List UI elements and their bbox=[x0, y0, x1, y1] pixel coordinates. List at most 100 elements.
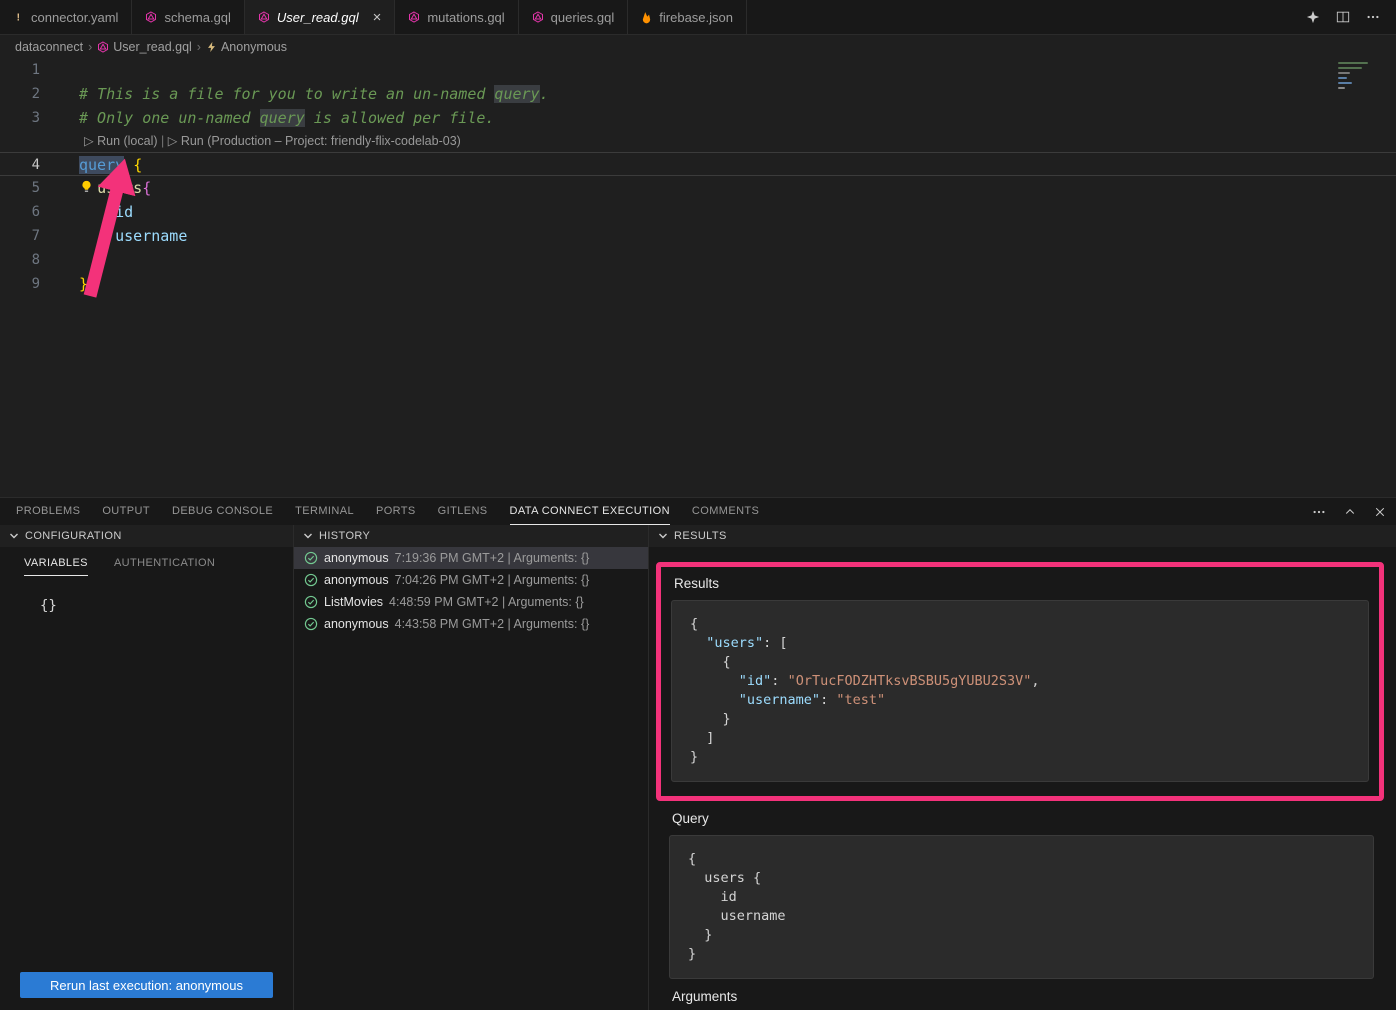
graphql-icon bbox=[408, 11, 420, 23]
breadcrumb-item-User_read-gql[interactable]: User_read.gql bbox=[97, 40, 192, 54]
code-text: username bbox=[62, 224, 187, 248]
history-item-detail: 4:43:58 PM GMT+2 | Arguments: {} bbox=[395, 617, 590, 631]
line-number: 9 bbox=[0, 272, 62, 296]
editor-tab-schema-gql[interactable]: schema.gql bbox=[132, 0, 244, 34]
more-icon[interactable] bbox=[1366, 10, 1380, 24]
tab-label: schema.gql bbox=[164, 10, 230, 25]
editor-tab-connector-yaml[interactable]: !connector.yaml bbox=[0, 0, 132, 34]
history-item-4[interactable]: anonymous 4:43:58 PM GMT+2 | Arguments: {… bbox=[294, 613, 648, 635]
breadcrumb-separator: › bbox=[88, 40, 92, 54]
results-json-box: { "users": [ { "id": "OrTucFODZHTksvBSBU… bbox=[671, 600, 1369, 782]
panel-tab-data-connect-execution[interactable]: DATA CONNECT EXECUTION bbox=[510, 498, 670, 525]
results-section: RESULTS Results { "users": [ { "id": "Or… bbox=[648, 525, 1396, 1010]
editor-tab-User_read-gql[interactable]: User_read.gql× bbox=[245, 0, 395, 34]
tab-bar-actions bbox=[1290, 0, 1396, 34]
panel-tab-bar: PROBLEMS OUTPUT DEBUG CONSOLE TERMINAL PORTS… bbox=[0, 498, 1396, 525]
query-code: { users { id username } } bbox=[688, 851, 786, 962]
editor-tab-queries-gql[interactable]: queries.gql bbox=[519, 0, 629, 34]
zap-icon bbox=[206, 41, 217, 53]
tab-bar-tabs: !connector.yaml schema.gql User_read.gql× m… bbox=[0, 0, 747, 34]
check-circle-icon bbox=[304, 573, 318, 587]
split-editor-icon[interactable] bbox=[1336, 10, 1350, 24]
editor-tab-mutations-gql[interactable]: mutations.gql bbox=[395, 0, 518, 34]
code-text: } bbox=[62, 272, 88, 296]
chevron-up-icon[interactable] bbox=[1344, 506, 1356, 518]
history-item-3[interactable]: ListMovies4:48:59 PM GMT+2 | Arguments: … bbox=[294, 591, 648, 613]
minimap-line bbox=[1338, 72, 1350, 74]
breadcrumb-item-dataconnect[interactable]: dataconnect bbox=[15, 40, 83, 54]
history-item-1[interactable]: anonymous7:19:36 PM GMT+2 | Arguments: {… bbox=[294, 547, 648, 569]
tab-label: mutations.gql bbox=[427, 10, 504, 25]
editor[interactable]: 12# This is a file for you to write an u… bbox=[0, 58, 1396, 497]
history-list: anonymous7:19:36 PM GMT+2 | Arguments: {… bbox=[294, 547, 648, 635]
configuration-header[interactable]: CONFIGURATION bbox=[0, 525, 293, 547]
close-icon[interactable] bbox=[1374, 506, 1386, 518]
configuration-section: CONFIGURATION VARIABLES AUTHENTICATION {… bbox=[0, 525, 293, 1010]
lightbulb-icon[interactable] bbox=[80, 180, 93, 193]
graphql-icon bbox=[532, 11, 544, 23]
tab-variables[interactable]: VARIABLES bbox=[24, 557, 88, 576]
minimap-line bbox=[1338, 77, 1347, 79]
tab-authentication[interactable]: AUTHENTICATION bbox=[114, 557, 215, 576]
line-number: 1 bbox=[0, 58, 62, 82]
codelens-run-local[interactable]: ▷ Run (local) bbox=[84, 134, 158, 148]
codelens-separator: | bbox=[158, 134, 168, 148]
code-line-7[interactable]: 7 username bbox=[0, 224, 1396, 248]
minimap-line bbox=[1338, 67, 1362, 69]
panel-tab-gitlens[interactable]: GITLENS bbox=[438, 498, 488, 525]
breadcrumb-item-Anonymous[interactable]: Anonymous bbox=[206, 40, 287, 54]
chevron-down-icon bbox=[303, 531, 313, 541]
history-item-name: anonymous bbox=[324, 617, 389, 631]
minimap-line bbox=[1338, 87, 1345, 89]
results-header[interactable]: RESULTS bbox=[649, 525, 1396, 547]
query-label: Query bbox=[672, 811, 1374, 826]
panel-tab-debug-console[interactable]: DEBUG CONSOLE bbox=[172, 498, 273, 525]
code-line-2[interactable]: 2# This is a file for you to write an un… bbox=[0, 82, 1396, 106]
code-line-6[interactable]: 6 id bbox=[0, 200, 1396, 224]
graphql-icon bbox=[258, 11, 270, 23]
svg-text:!: ! bbox=[17, 13, 20, 23]
breadcrumb-item-label: Anonymous bbox=[221, 40, 287, 54]
code-line-3[interactable]: 3# Only one un-named query is allowed pe… bbox=[0, 106, 1396, 130]
minimap[interactable] bbox=[1338, 62, 1382, 89]
code-line-8[interactable]: 8 } bbox=[0, 248, 1396, 272]
tab-close-icon[interactable]: × bbox=[373, 10, 382, 25]
chevron-down-icon bbox=[658, 531, 668, 541]
editor-tab-bar: !connector.yaml schema.gql User_read.gql× m… bbox=[0, 0, 1396, 35]
check-circle-icon bbox=[304, 595, 318, 609]
panel-tab-output[interactable]: OUTPUT bbox=[102, 498, 150, 525]
code-text: id bbox=[62, 200, 133, 224]
sparkle-icon[interactable] bbox=[1306, 10, 1320, 24]
history-item-2[interactable]: anonymous7:04:26 PM GMT+2 | Arguments: {… bbox=[294, 569, 648, 591]
bottom-panel: PROBLEMS OUTPUT DEBUG CONSOLE TERMINAL PORTS… bbox=[0, 497, 1396, 1010]
codelens-run-production[interactable]: ▷ Run (Production – Project: friendly-fl… bbox=[168, 134, 461, 148]
check-circle-icon bbox=[304, 617, 318, 631]
line-number: 8 bbox=[0, 248, 62, 272]
history-item-detail: 7:04:26 PM GMT+2 | Arguments: {} bbox=[395, 573, 590, 587]
minimap-line bbox=[1338, 82, 1352, 84]
code-text: query { bbox=[62, 153, 142, 175]
more-icon[interactable] bbox=[1312, 505, 1326, 519]
history-header[interactable]: HISTORY bbox=[294, 525, 648, 547]
results-label: Results bbox=[674, 576, 1369, 591]
panel-tab-comments[interactable]: COMMENTS bbox=[692, 498, 759, 525]
code-line-9[interactable]: 9} bbox=[0, 272, 1396, 296]
configuration-header-label: CONFIGURATION bbox=[25, 530, 122, 542]
flame-icon bbox=[641, 11, 652, 24]
panel-tab-problems[interactable]: PROBLEMS bbox=[16, 498, 80, 525]
panel-tab-ports[interactable]: PORTS bbox=[376, 498, 416, 525]
code-text bbox=[62, 58, 79, 82]
editor-tab-firebase-json[interactable]: firebase.json bbox=[628, 0, 747, 34]
code-line-4[interactable]: 4query { bbox=[0, 152, 1396, 176]
panel-tab-terminal[interactable]: TERMINAL bbox=[295, 498, 354, 525]
graphql-icon bbox=[97, 41, 109, 53]
variables-value[interactable]: {} bbox=[40, 598, 293, 614]
rerun-button[interactable]: Rerun last execution: anonymous bbox=[20, 972, 273, 998]
code-line-1[interactable]: 1 bbox=[0, 58, 1396, 82]
breadcrumb-separator: › bbox=[197, 40, 201, 54]
results-scroll[interactable]: Results { "users": [ { "id": "OrTucFODZH… bbox=[649, 547, 1396, 1010]
results-json: { "users": [ { "id": "OrTucFODZHTksvBSBU… bbox=[690, 616, 1040, 765]
line-number: 7 bbox=[0, 224, 62, 248]
code-line-5[interactable]: 5 users{ bbox=[0, 176, 1396, 200]
line-number: 4 bbox=[0, 153, 62, 175]
